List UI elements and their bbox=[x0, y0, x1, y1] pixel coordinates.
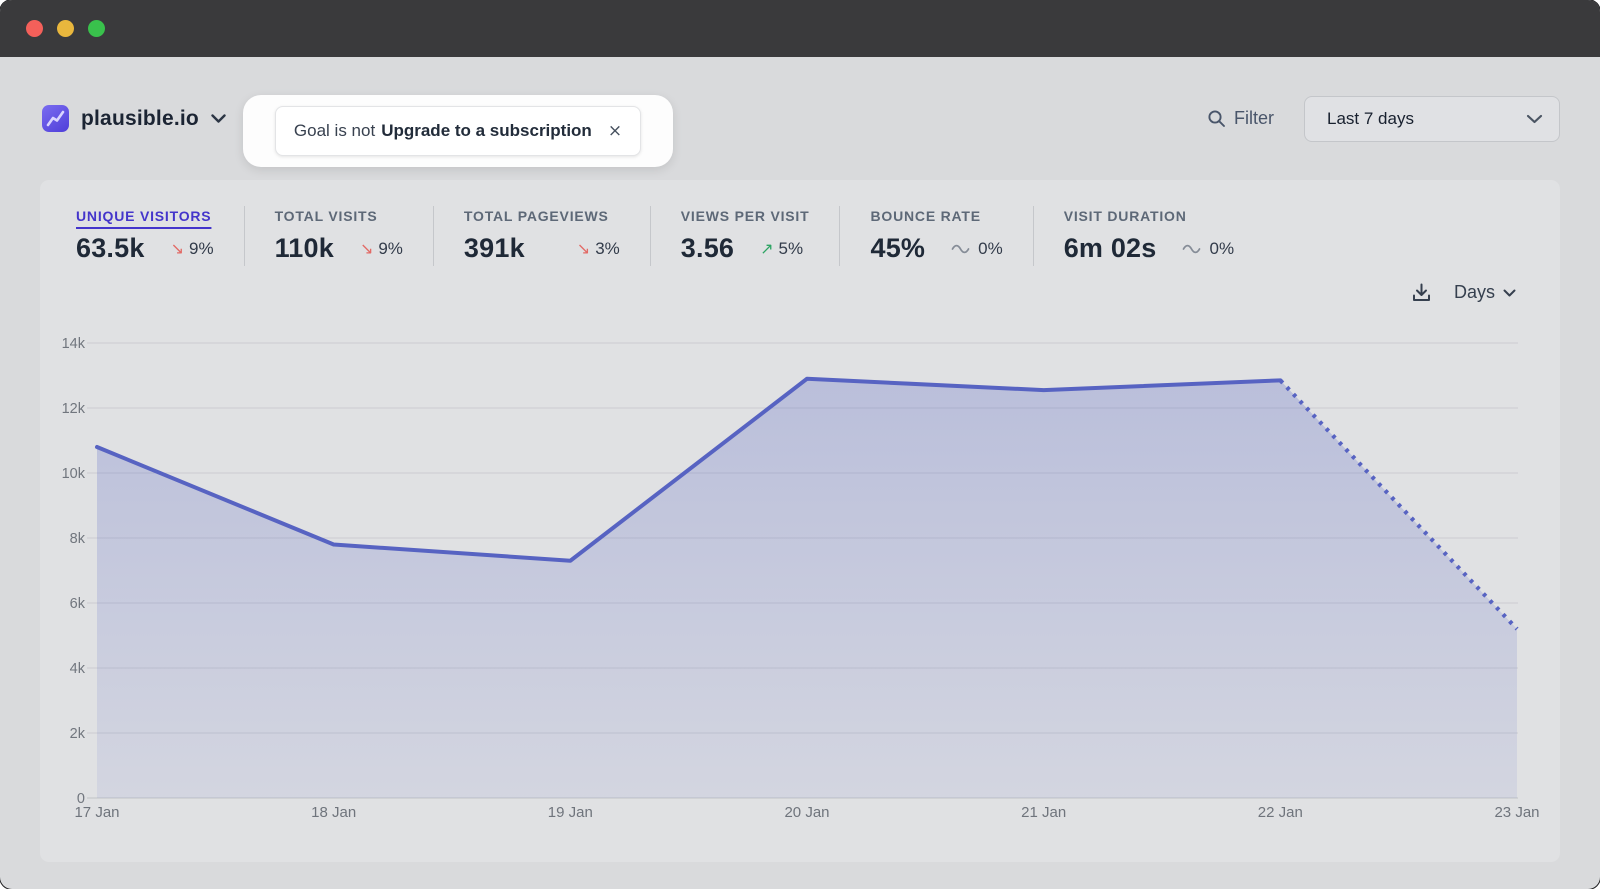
stat-change-percent: 9% bbox=[189, 239, 214, 259]
stat-label[interactable]: VIEWS PER VISIT bbox=[681, 208, 810, 224]
filter-pill-value: Upgrade to a subscription bbox=[381, 121, 592, 141]
stat-change: ↘ 9% bbox=[360, 239, 403, 259]
traffic-lights bbox=[26, 20, 105, 37]
stat-value: 110k bbox=[275, 233, 334, 264]
stat-label[interactable]: TOTAL VISITS bbox=[275, 208, 403, 224]
interval-dropdown[interactable]: Days bbox=[1454, 282, 1516, 303]
x-axis-tick: 23 Jan bbox=[1494, 804, 1539, 821]
remove-filter-icon[interactable]: × bbox=[608, 121, 622, 141]
y-axis-tick: 14k bbox=[62, 336, 86, 352]
stat-metric-bounce-rate[interactable]: BOUNCE RATE 45% 0% bbox=[839, 206, 1032, 266]
chevron-down-icon bbox=[1526, 114, 1543, 124]
stat-metric-unique-visitors[interactable]: UNIQUE VISITORS 63.5k ↘ 9% bbox=[76, 206, 244, 266]
stat-change-percent: 9% bbox=[378, 239, 403, 259]
trend-arrow-icon: ↘ bbox=[577, 241, 590, 257]
stat-value: 391k bbox=[464, 233, 525, 264]
x-axis-tick: 17 Jan bbox=[74, 804, 119, 821]
x-axis-tick: 22 Jan bbox=[1258, 804, 1303, 821]
analytics-panel: UNIQUE VISITORS 63.5k ↘ 9% TOTAL VISITS … bbox=[40, 180, 1560, 862]
interval-label: Days bbox=[1454, 282, 1495, 303]
goal-filter-pill[interactable]: Goal is not Upgrade to a subscription × bbox=[275, 106, 641, 156]
plausible-logo-icon bbox=[42, 105, 69, 132]
stat-metric-views-per-visit[interactable]: VIEWS PER VISIT 3.56 ↗ 5% bbox=[650, 206, 840, 266]
stat-value: 63.5k bbox=[76, 233, 145, 264]
stat-change: ↘ 9% bbox=[171, 239, 214, 259]
site-switcher[interactable]: plausible.io bbox=[42, 57, 226, 180]
stat-change: ↗ 5% bbox=[760, 239, 803, 259]
chevron-down-icon bbox=[211, 114, 226, 123]
stat-label[interactable]: VISIT DURATION bbox=[1064, 208, 1234, 224]
filter-pill-prefix: Goal is not bbox=[294, 121, 375, 141]
stat-change-percent: 0% bbox=[1209, 239, 1234, 259]
stat-change-percent: 0% bbox=[978, 239, 1003, 259]
filter-button-label: Filter bbox=[1234, 108, 1274, 129]
stat-metric-total-pageviews[interactable]: TOTAL PAGEVIEWS 391k ↘ 3% bbox=[433, 206, 650, 266]
y-axis-tick: 12k bbox=[62, 401, 86, 417]
y-axis-tick: 4k bbox=[70, 661, 86, 677]
date-range-dropdown[interactable]: Last 7 days bbox=[1304, 96, 1560, 142]
filter-highlight-container: Goal is not Upgrade to a subscription × bbox=[243, 95, 673, 167]
visitors-area-chart[interactable]: 02k4k6k8k10k12k14k17 Jan18 Jan19 Jan20 J… bbox=[40, 320, 1560, 850]
y-axis-tick: 8k bbox=[70, 531, 86, 547]
y-axis-tick: 6k bbox=[70, 596, 86, 612]
chevron-down-icon bbox=[1503, 289, 1516, 297]
stat-change: ↘ 3% bbox=[577, 239, 620, 259]
stat-change-percent: 3% bbox=[595, 239, 620, 259]
stat-label[interactable]: BOUNCE RATE bbox=[870, 208, 1002, 224]
stat-label[interactable]: TOTAL PAGEVIEWS bbox=[464, 208, 620, 224]
trend-arrow-icon: ↗ bbox=[760, 241, 773, 257]
download-icon bbox=[1411, 282, 1432, 303]
stat-value: 6m 02s bbox=[1064, 233, 1157, 264]
x-axis-tick: 20 Jan bbox=[784, 804, 829, 821]
export-download-button[interactable] bbox=[1411, 282, 1432, 303]
filter-button[interactable]: Filter bbox=[1207, 108, 1274, 129]
chart-area-fill bbox=[97, 379, 1517, 798]
dashboard-header: plausible.io Goal is not Upgrade to a su… bbox=[0, 57, 1600, 180]
window-titlebar bbox=[0, 0, 1600, 57]
maximize-window-button[interactable] bbox=[88, 20, 105, 37]
minimize-window-button[interactable] bbox=[57, 20, 74, 37]
x-axis-tick: 19 Jan bbox=[548, 804, 593, 821]
stat-value: 3.56 bbox=[681, 233, 734, 264]
chart-controls: Days bbox=[1411, 282, 1516, 303]
stat-change-percent: 5% bbox=[779, 239, 804, 259]
trend-arrow-icon: ↘ bbox=[171, 241, 184, 257]
no-change-wave-icon bbox=[1182, 243, 1204, 254]
date-range-value: Last 7 days bbox=[1327, 109, 1526, 129]
stat-value: 45% bbox=[870, 233, 925, 264]
stat-change: 0% bbox=[1182, 239, 1234, 259]
y-axis-tick: 10k bbox=[62, 466, 86, 482]
stat-metric-visit-duration[interactable]: VISIT DURATION 6m 02s 0% bbox=[1033, 206, 1264, 266]
app-window: plausible.io Goal is not Upgrade to a su… bbox=[0, 0, 1600, 889]
y-axis-tick: 2k bbox=[70, 726, 86, 742]
site-name: plausible.io bbox=[81, 107, 199, 131]
trend-arrow-icon: ↘ bbox=[360, 241, 373, 257]
no-change-wave-icon bbox=[951, 243, 973, 254]
top-stats-row: UNIQUE VISITORS 63.5k ↘ 9% TOTAL VISITS … bbox=[40, 180, 1560, 266]
stat-label[interactable]: UNIQUE VISITORS bbox=[76, 208, 214, 224]
stat-metric-total-visits[interactable]: TOTAL VISITS 110k ↘ 9% bbox=[244, 206, 433, 266]
header-actions: Filter Last 7 days bbox=[1207, 57, 1560, 180]
close-window-button[interactable] bbox=[26, 20, 43, 37]
search-icon bbox=[1207, 109, 1226, 128]
x-axis-tick: 18 Jan bbox=[311, 804, 356, 821]
x-axis-tick: 21 Jan bbox=[1021, 804, 1066, 821]
stat-change: 0% bbox=[951, 239, 1003, 259]
